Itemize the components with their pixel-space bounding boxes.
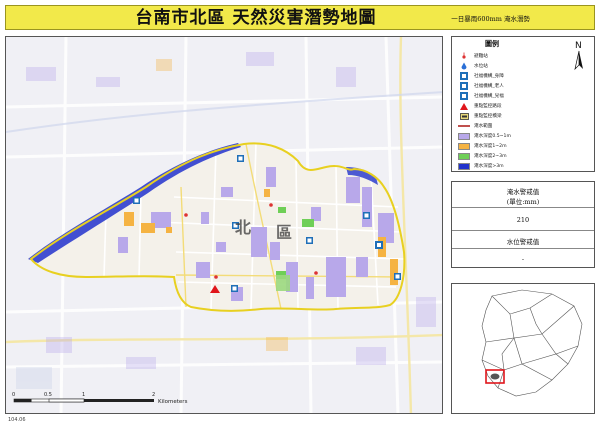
shelter-icon[interactable] bbox=[269, 203, 273, 207]
legend-item: 社福機構_身障 bbox=[458, 71, 578, 81]
boundary-line-icon bbox=[458, 122, 470, 130]
legend-item: 社福機構_兒福 bbox=[458, 91, 578, 101]
disabled-icon[interactable] bbox=[375, 241, 383, 249]
scale-unit: Kilometers bbox=[158, 399, 188, 405]
shelter-icon bbox=[458, 52, 470, 60]
legend-item-label: 重點監控路段 bbox=[474, 104, 502, 109]
disabled-icon[interactable] bbox=[306, 237, 313, 244]
scale-tick-1: 1 bbox=[82, 392, 85, 398]
shelter-icon[interactable] bbox=[214, 275, 218, 279]
tainan-city-outline bbox=[481, 289, 583, 397]
elderly-icon[interactable] bbox=[363, 212, 370, 219]
map-subtitle: 一日暴雨600mm 淹水潛勢 bbox=[451, 15, 530, 23]
map-frame[interactable]: 北 區 0 0.5 1 2 Kilometers bbox=[5, 36, 443, 414]
child-icon[interactable] bbox=[394, 273, 401, 280]
title-bar: 台南市北區 天然災害潛勢地圖 一日暴雨600mm 淹水潛勢 bbox=[5, 5, 595, 30]
legend-item-label: 社福機構_老人 bbox=[474, 84, 504, 89]
legend-item-label: 淹水深度0.5~1m bbox=[474, 134, 511, 139]
legend-item-label: 重點監控橋梁 bbox=[474, 114, 502, 119]
legend-swatch bbox=[458, 152, 470, 160]
legend-item: 水位站 bbox=[458, 61, 578, 71]
legend-item: 重點監控橋梁 bbox=[458, 111, 578, 121]
legend-swatch bbox=[458, 142, 470, 150]
warning-panel: 淹水警戒值 (單位:mm) 210 水位警戒值 - bbox=[451, 181, 595, 268]
legend-item-label: 水位站 bbox=[474, 64, 488, 69]
disabled-icon[interactable] bbox=[133, 197, 140, 204]
legend-item: 社福機構_老人 bbox=[458, 81, 578, 91]
child-icon bbox=[458, 92, 470, 100]
map-canvas[interactable]: 北 區 0 0.5 1 2 Kilometers bbox=[6, 37, 443, 414]
disabled-icon bbox=[458, 72, 470, 80]
legend-title: 圖例 bbox=[485, 40, 499, 48]
shelter-icon[interactable] bbox=[184, 213, 188, 217]
bridge-icon bbox=[458, 112, 470, 120]
legend-item-label: 淹水深度1~2m bbox=[474, 144, 507, 149]
legend-item: 淹水深度1~2m bbox=[458, 141, 578, 151]
legend-item: 重點監控路段 bbox=[458, 101, 578, 111]
legend-item: 淹水深度0.5~1m bbox=[458, 131, 578, 141]
north-label: N bbox=[575, 41, 582, 51]
legend-item: 淹水深度2~3m bbox=[458, 151, 578, 161]
elderly-icon bbox=[458, 82, 470, 90]
locator-map bbox=[481, 289, 583, 397]
district-label-1: 北 bbox=[235, 218, 251, 237]
legend-item-label: 淹水深度>3m bbox=[474, 164, 504, 169]
locator-map-panel bbox=[451, 283, 595, 414]
district-label-2: 區 bbox=[276, 223, 292, 242]
elderly-icon[interactable] bbox=[237, 155, 244, 162]
legend-swatch bbox=[458, 132, 470, 140]
locator-district-shape bbox=[490, 373, 500, 380]
water-station-icon bbox=[458, 62, 470, 70]
scale-tick-0.5: 0.5 bbox=[44, 392, 52, 398]
legend-item: 淹水深度>3m bbox=[458, 161, 578, 171]
legend-item-label: 淹水範圍 bbox=[474, 124, 493, 129]
park-area bbox=[276, 275, 290, 291]
shelter-icon[interactable] bbox=[314, 271, 318, 275]
legend-panel: 圖例 N 避難站水位站社福機構_身障 社福機構_老人 社福機構_兒福 重點監控路段 重點… bbox=[451, 36, 595, 172]
warning-icon bbox=[458, 102, 470, 110]
map-date: 104.06 bbox=[8, 417, 26, 423]
legend-item-label: 社福機構_身障 bbox=[474, 74, 504, 79]
water-warning-title: 水位警戒值 bbox=[506, 238, 540, 246]
legend-item-label: 淹水深度2~3m bbox=[474, 154, 507, 159]
elderly-icon[interactable] bbox=[231, 285, 238, 292]
legend-item-label: 社福機構_兒福 bbox=[474, 94, 504, 99]
legend-swatch bbox=[458, 162, 470, 170]
rain-warning-value: 210 bbox=[516, 216, 530, 224]
rain-warning-unit: (單位:mm) bbox=[506, 198, 540, 206]
rain-warning-title: 淹水警戒值 bbox=[506, 188, 540, 196]
legend-item: 避難站 bbox=[458, 51, 578, 61]
scale-tick-2: 2 bbox=[152, 392, 155, 398]
water-warning-value: - bbox=[521, 255, 525, 263]
map-title: 台南市北區 天然災害潛勢地圖 bbox=[135, 8, 377, 28]
scale-tick-0: 0 bbox=[12, 392, 15, 398]
legend-item: 淹水範圍 bbox=[458, 121, 578, 131]
legend-item-label: 避難站 bbox=[474, 54, 488, 59]
